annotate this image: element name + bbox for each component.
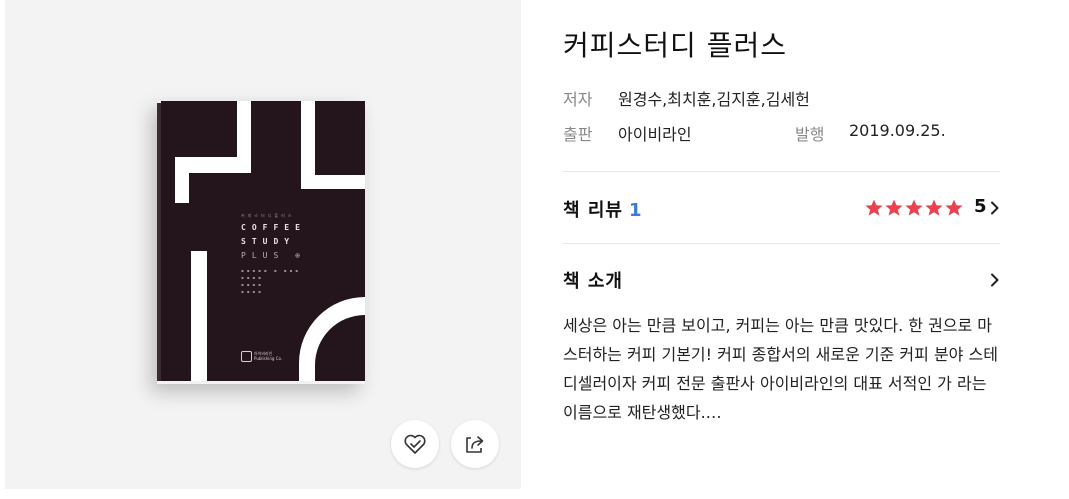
cover-shape [175, 157, 189, 203]
divider [563, 243, 1000, 244]
cover-word-plus: PLUS ⊕ [241, 251, 306, 260]
like-button[interactable] [391, 420, 439, 468]
chevron-right-icon[interactable] [990, 273, 1000, 287]
publisher-logo-icon [241, 351, 252, 362]
review-label: 책 리뷰 [563, 200, 623, 221]
pubdate-value: 2019.09.25. [849, 121, 946, 140]
cover-subtitle: 커피스터디플러스 [241, 213, 295, 218]
cover-word-study: STUDY [241, 237, 296, 246]
author-value[interactable]: 원경수,최치훈,김지훈,김세헌 [618, 86, 810, 110]
cover-shape [237, 101, 251, 173]
heart-check-icon [404, 434, 426, 454]
star-icon [925, 199, 943, 216]
cover-shape [191, 251, 207, 381]
cover-word-coffee: COFFEE [241, 223, 306, 232]
chevron-right-icon[interactable] [990, 201, 1000, 215]
book-title: 커피스터디 플러스 [563, 29, 787, 62]
intro-text: 세상은 아는 만큼 보이고, 커피는 아는 만큼 맛있다. 한 권으로 마스터하… [563, 316, 998, 422]
divider [563, 171, 1000, 172]
publisher-value[interactable]: 아이비라인 [618, 121, 692, 145]
review-count: 1 [628, 200, 643, 221]
cover-shape [301, 175, 365, 189]
author-label: 저자 [563, 90, 593, 109]
cover-publisher-sub: Publishing Co. [254, 356, 283, 361]
review-section-header[interactable]: 책 리뷰 1 [563, 196, 642, 222]
star-icon [945, 199, 963, 216]
rating-stars [864, 198, 964, 218]
intro-section-header[interactable]: 책 소개 [563, 267, 623, 293]
cover-credits: ▪▪▪▪▪ ▪ ▪▪▪ ▪▪▪▪ ▪▪▪▪ ▪▪▪▪ [241, 268, 301, 294]
star-icon [865, 199, 883, 216]
pubdate-label: 발행 [795, 125, 825, 144]
star-icon [885, 199, 903, 216]
cover-publisher: 아이비라인 Publishing Co. [254, 351, 282, 361]
book-cover-image[interactable]: 커피스터디플러스 COFFEE STUDY PLUS ⊕ ▪▪▪▪▪ ▪ ▪▪▪… [161, 101, 365, 381]
star-icon [905, 199, 923, 216]
publisher-label: 출판 [563, 125, 593, 144]
share-icon [466, 436, 484, 453]
share-button[interactable] [451, 420, 499, 468]
rating-score: 5 [974, 196, 987, 217]
